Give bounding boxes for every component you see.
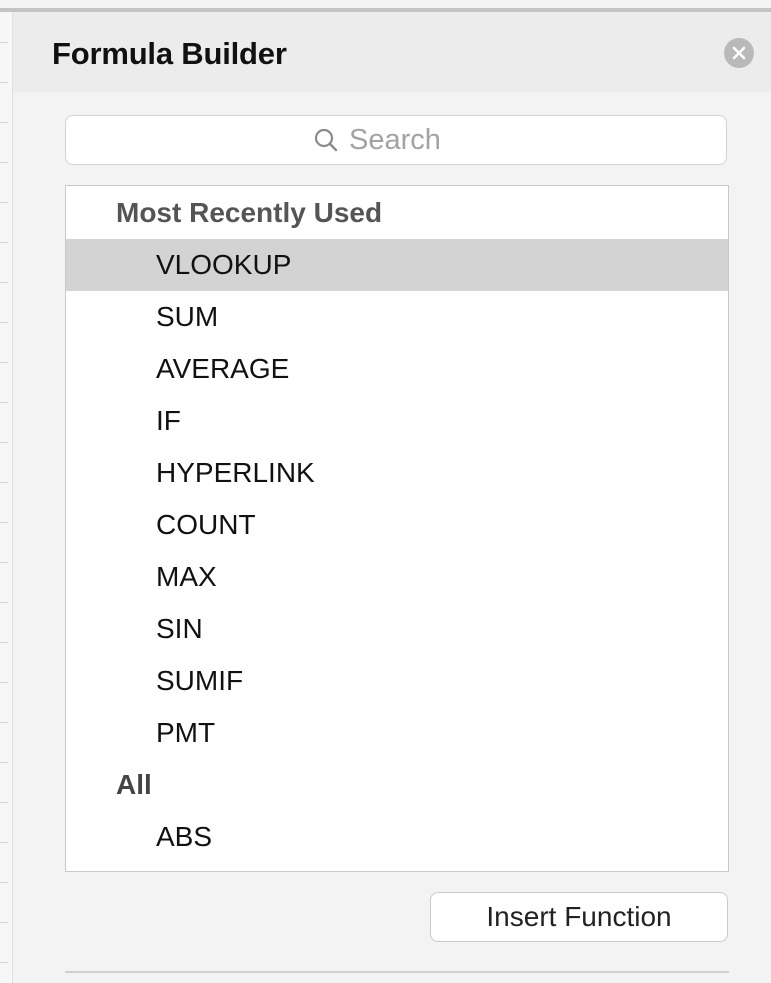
- gutter-tick: [0, 882, 8, 883]
- spreadsheet-edge-gutter: [0, 12, 13, 983]
- function-item-vlookup[interactable]: VLOOKUP: [66, 239, 728, 291]
- gutter-tick: [0, 762, 8, 763]
- gutter-tick: [0, 242, 8, 243]
- gutter-tick: [0, 42, 8, 43]
- page-title: Formula Builder: [52, 36, 287, 71]
- list-group-header: Most Recently Used: [116, 197, 383, 228]
- function-item-max[interactable]: MAX: [66, 551, 728, 603]
- gutter-tick: [0, 322, 8, 323]
- gutter-tick: [0, 442, 8, 443]
- gutter-tick: [0, 842, 8, 843]
- gutter-tick: [0, 122, 8, 123]
- insert-function-button[interactable]: Insert Function: [430, 892, 728, 942]
- function-item-count[interactable]: COUNT: [66, 499, 728, 551]
- close-button[interactable]: [724, 38, 754, 68]
- gutter-tick: [0, 202, 8, 203]
- close-icon: [732, 46, 746, 60]
- gutter-tick: [0, 82, 8, 83]
- function-item-sin[interactable]: SIN: [66, 603, 728, 655]
- gutter-tick: [0, 402, 8, 403]
- bottom-divider: [65, 971, 729, 973]
- function-list[interactable]: Most Recently Used VLOOKUP SUM AVERAGE IF HYP…: [65, 185, 729, 872]
- gutter-tick: [0, 282, 8, 283]
- gutter-tick: [0, 682, 8, 683]
- gutter-tick: [0, 602, 8, 603]
- function-item-pmt[interactable]: PMT: [66, 707, 728, 759]
- search-input[interactable]: [349, 123, 479, 157]
- list-group-header: All: [116, 769, 152, 800]
- function-item-average[interactable]: AVERAGE: [66, 343, 728, 395]
- gutter-tick: [0, 362, 8, 363]
- gutter-tick: [0, 482, 8, 483]
- gutter-tick: [0, 162, 8, 163]
- function-item-abs[interactable]: ABS: [66, 811, 728, 863]
- function-item-if[interactable]: IF: [66, 395, 728, 447]
- gutter-tick: [0, 722, 8, 723]
- gutter-tick: [0, 922, 8, 923]
- gutter-tick: [0, 522, 8, 523]
- gutter-tick: [0, 642, 8, 643]
- gutter-tick: [0, 802, 8, 803]
- gutter-tick: [0, 962, 8, 963]
- function-item-sum[interactable]: SUM: [66, 291, 728, 343]
- function-item-sumif[interactable]: SUMIF: [66, 655, 728, 707]
- search-icon: [314, 128, 338, 152]
- search-inner: [313, 123, 479, 157]
- search-field[interactable]: [65, 115, 727, 165]
- function-item-hyperlink[interactable]: HYPERLINK: [66, 447, 728, 499]
- gutter-tick: [0, 562, 8, 563]
- formula-builder-panel: Formula Builder Most Recently Used VLOOKU…: [0, 0, 771, 983]
